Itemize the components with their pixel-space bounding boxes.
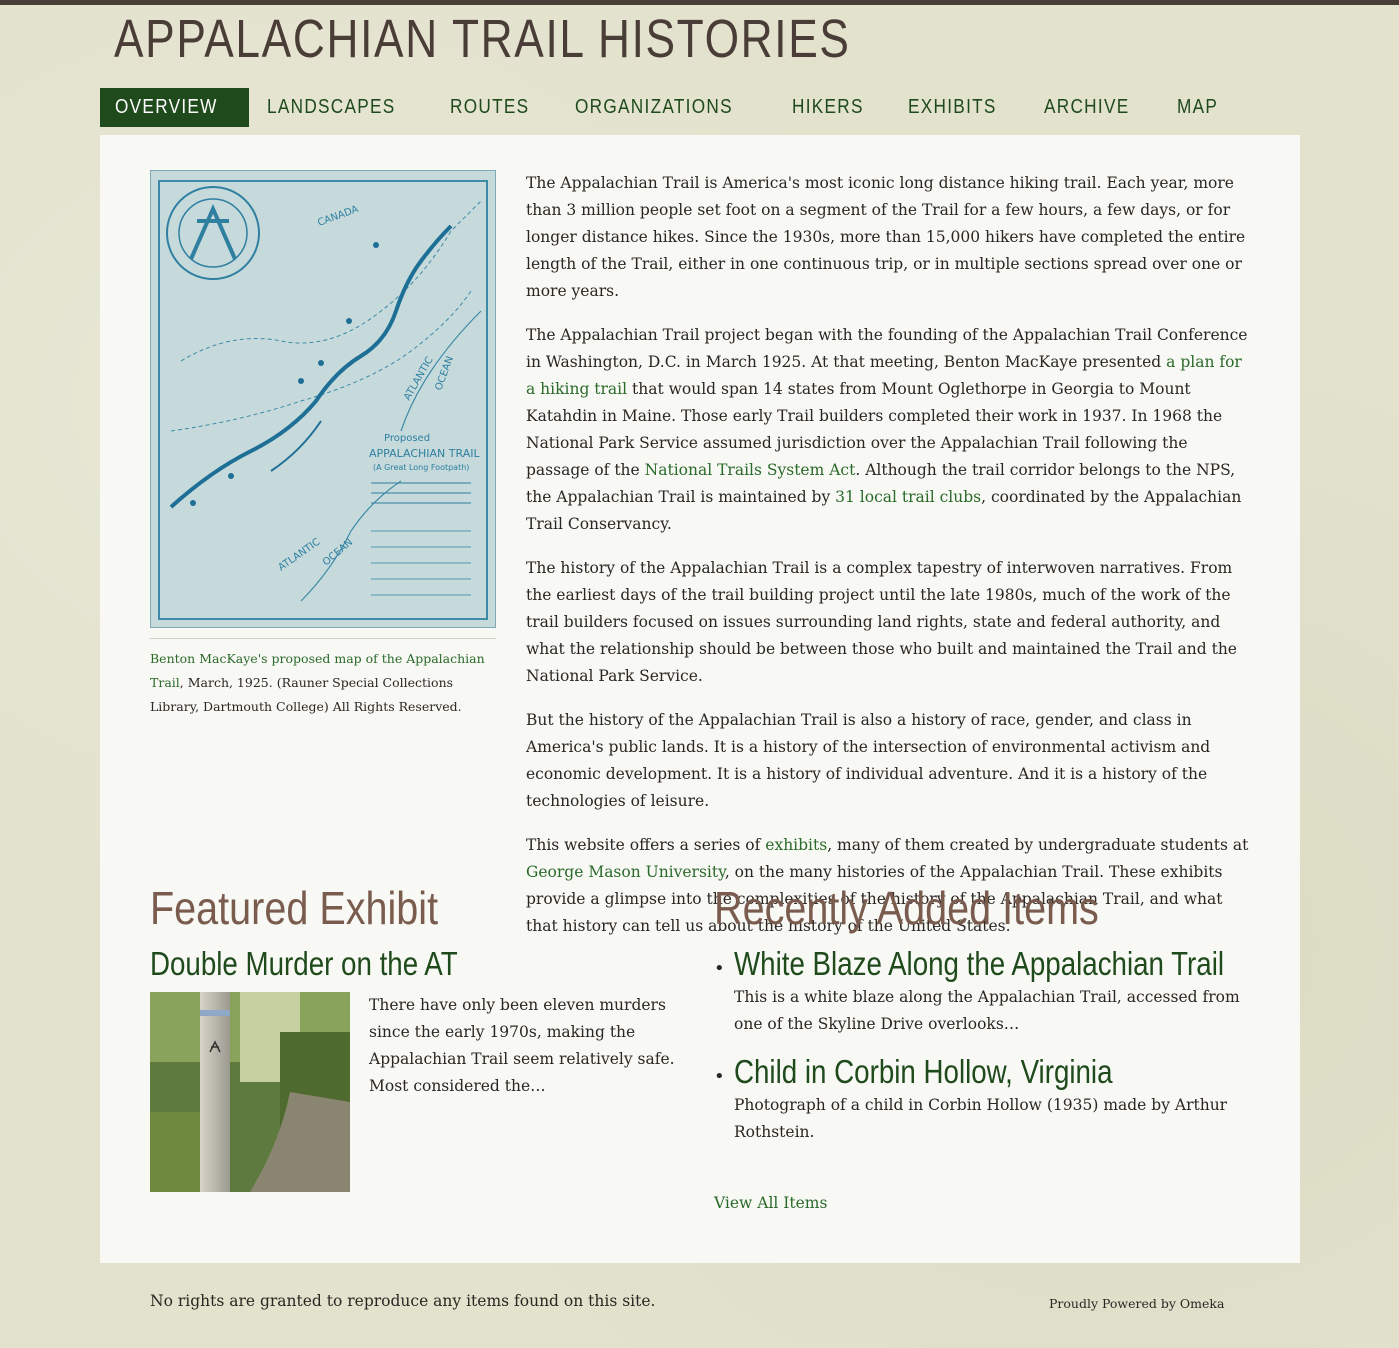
nav-label: MAP (1176, 96, 1219, 118)
nav-overview[interactable]: OVERVIEW (100, 88, 250, 127)
trail-clubs-link[interactable]: 31 local trail clubs (835, 488, 981, 506)
main-content: CANADA Proposed APPALACHIAN TRAIL (A Gre… (100, 135, 1300, 1263)
featured-exhibit: Featured Exhibit Double Murder on the AT (150, 880, 690, 1192)
map-caption-text: , March, 1925. (Rauner Special Collectio… (150, 675, 462, 714)
trail-map-image[interactable]: CANADA Proposed APPALACHIAN TRAIL (A Gre… (150, 170, 496, 628)
nav-label: OVERVIEW (115, 96, 218, 118)
nav-map[interactable]: MAP (1162, 88, 1240, 127)
text-run: , many of them created by undergraduate … (827, 836, 1249, 854)
recent-items-list: • White Blaze Along the Appalachian Trai… (714, 944, 1254, 1160)
map-caption: Benton MacKaye's proposed map of the App… (150, 647, 496, 719)
recent-item-description: This is a white blaze along the Appalach… (734, 988, 1240, 1033)
map-figure: CANADA Proposed APPALACHIAN TRAIL (A Gre… (150, 170, 496, 719)
list-item: • White Blaze Along the Appalachian Trai… (714, 944, 1254, 1038)
footer-powered-by[interactable]: Proudly Powered by Omeka (1049, 1296, 1224, 1311)
recent-heading: Recently Added Items (714, 882, 1099, 934)
intro-paragraph-1: The Appalachian Trail is America's most … (526, 174, 1246, 300)
nav-label: ARCHIVE (1044, 96, 1130, 118)
top-border (0, 0, 1399, 5)
caption-divider (150, 638, 496, 639)
nav-organizations[interactable]: ORGANIZATIONS (560, 88, 774, 127)
intro-paragraph-4: But the history of the Appalachian Trail… (526, 711, 1211, 810)
nav-archive[interactable]: ARCHIVE (1029, 88, 1158, 127)
text-run: This website offers a series of (526, 836, 766, 854)
intro-text: The Appalachian Trail is America's most … (526, 170, 1252, 957)
text-run: The Appalachian Trail project began with… (526, 326, 1248, 371)
site-title[interactable]: APPALACHIAN TRAIL HISTORIES (114, 6, 851, 72)
bullet: • (714, 1066, 725, 1087)
intro-paragraph-2: The Appalachian Trail project began with… (526, 322, 1252, 538)
intro-paragraph-3: The history of the Appalachian Trail is … (526, 559, 1237, 685)
nav-routes[interactable]: ROUTES (435, 88, 557, 127)
recent-item-title[interactable]: White Blaze Along the Appalachian Trail (734, 944, 1224, 984)
main-nav: OVERVIEW LANDSCAPES ROUTES ORGANIZATIONS… (100, 88, 1243, 127)
nav-hikers[interactable]: HIKERS (777, 88, 890, 127)
map-label-at: APPALACHIAN TRAIL (369, 447, 480, 460)
view-all-items-link[interactable]: View All Items (714, 1194, 827, 1212)
nav-landscapes[interactable]: LANDSCAPES (252, 88, 432, 127)
trail-post-photo (150, 992, 350, 1192)
nav-label: HIKERS (791, 96, 864, 118)
nav-exhibits[interactable]: EXHIBITS (893, 88, 1026, 127)
list-item: • Child in Corbin Hollow, Virginia Photo… (714, 1052, 1254, 1146)
featured-exhibit-title[interactable]: Double Murder on the AT (150, 944, 458, 984)
national-trails-act-link[interactable]: National Trails System Act (645, 461, 856, 479)
featured-exhibit-description: There have only been eleven murders sinc… (369, 996, 675, 1095)
featured-exhibit-thumbnail[interactable] (150, 992, 350, 1192)
recent-item-title[interactable]: Child in Corbin Hollow, Virginia (734, 1052, 1171, 1092)
nav-label: EXHIBITS (908, 96, 998, 118)
nav-label: LANDSCAPES (267, 96, 397, 118)
nav-label: ORGANIZATIONS (575, 96, 734, 118)
gmu-link[interactable]: George Mason University (526, 863, 725, 881)
bullet: • (714, 958, 725, 979)
exhibits-link[interactable]: exhibits (765, 836, 827, 854)
map-label-subtitle: (A Great Long Footpath) (373, 463, 469, 472)
nav-label: ROUTES (449, 96, 530, 118)
recent-item-description: Photograph of a child in Corbin Hollow (… (734, 1096, 1228, 1141)
trail-map-drawing: CANADA Proposed APPALACHIAN TRAIL (A Gre… (151, 171, 495, 627)
featured-heading: Featured Exhibit (150, 882, 439, 934)
map-label-proposed: Proposed (384, 433, 430, 444)
recent-items: Recently Added Items • White Blaze Along… (714, 880, 1254, 1212)
footer-rights: No rights are granted to reproduce any i… (150, 1292, 656, 1310)
